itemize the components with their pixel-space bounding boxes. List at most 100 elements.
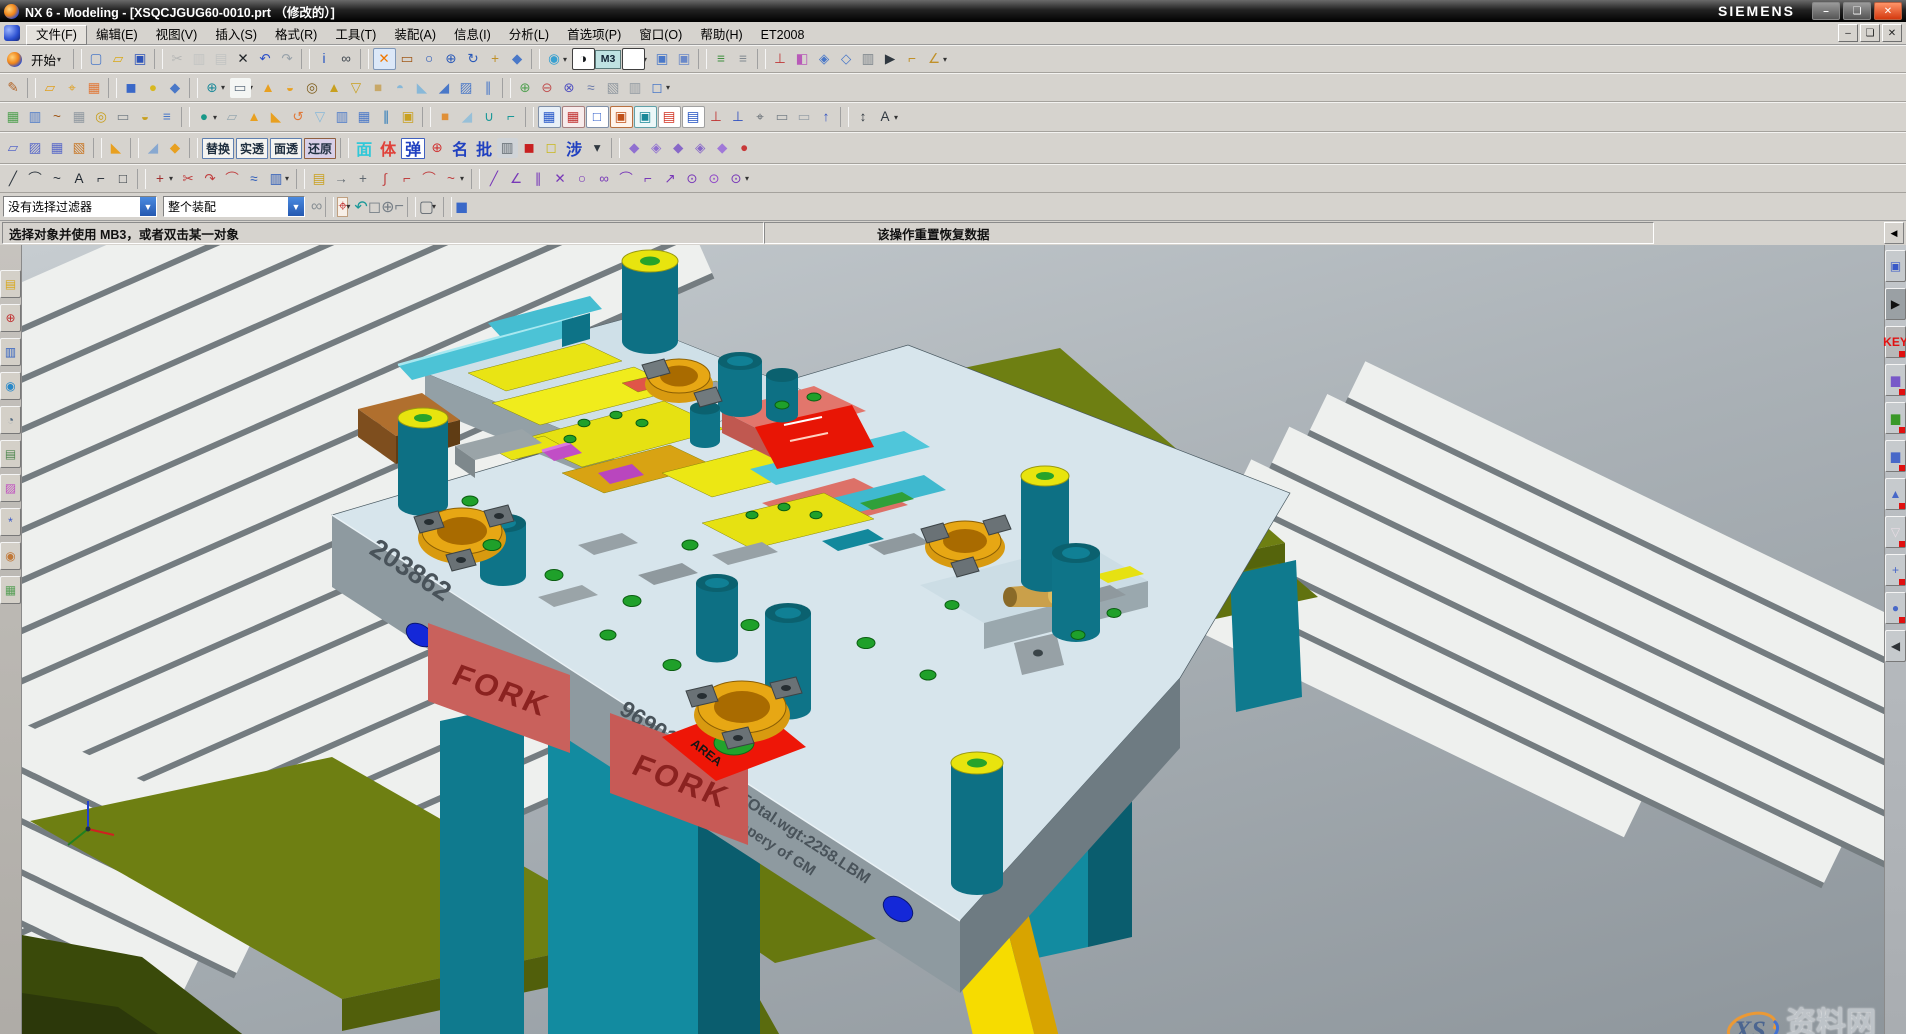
new-part-icon[interactable]: ▢ (86, 49, 107, 69)
wcs-m3-button[interactable]: M3 (595, 50, 621, 69)
pattern-curve-icon[interactable]: ▥ (266, 169, 287, 189)
cylinder-icon[interactable]: ● (143, 78, 164, 98)
zoom-icon[interactable]: ○ (419, 49, 440, 69)
menu-item-编辑(E)[interactable]: 编辑(E) (87, 26, 147, 44)
find-gray-icon[interactable]: ∞ (311, 198, 322, 216)
block-icon[interactable]: ◼ (121, 78, 142, 98)
menu-item-信息(I)[interactable]: 信息(I) (445, 26, 500, 44)
scenario-image-icon[interactable]: ▦ (0, 576, 21, 604)
close-button[interactable]: ✕ (1874, 2, 1902, 20)
constraint-corner-icon[interactable]: ⌐ (638, 169, 659, 189)
menu-item-分析(L)[interactable]: 分析(L) (500, 26, 558, 44)
prompt-back-button[interactable]: ◀ (1884, 222, 1904, 244)
center-target-icon[interactable]: ⊕ (427, 138, 448, 158)
layer-settings-icon[interactable]: ≡ (711, 49, 732, 69)
pin-blue-icon[interactable]: ⊥ (728, 107, 749, 127)
rotate-component-icon[interactable]: ◈ (646, 138, 667, 158)
face-translucent-button[interactable]: 面透 (270, 138, 302, 159)
body-button[interactable]: 体 (377, 139, 399, 158)
point-icon[interactable]: + (150, 169, 171, 189)
replace-view-icon[interactable]: ◇ (836, 49, 857, 69)
instance-feature-icon[interactable]: ▦ (3, 107, 24, 127)
wedge-icon[interactable]: ◣ (266, 107, 287, 127)
batch-button[interactable]: 批 (473, 139, 495, 158)
material-palette-icon[interactable]: ▤ (0, 440, 21, 468)
line-icon[interactable]: ╱ (3, 169, 24, 189)
menu-item-插入(S)[interactable]: 插入(S) (206, 26, 266, 44)
flat-gray-icon[interactable]: ▭ (772, 107, 793, 127)
constraint-line-icon[interactable]: ╱ (484, 169, 505, 189)
measure-key-icon[interactable]: A (875, 107, 896, 127)
punch-purple-part-icon[interactable]: ▆ (1885, 364, 1906, 396)
delete-icon[interactable]: ✕ (233, 49, 254, 69)
solid-translucent-button[interactable]: 实透 (236, 138, 268, 159)
select-component-icon[interactable]: ◆ (668, 138, 689, 158)
ruled-surface-icon[interactable]: ▱ (3, 138, 24, 158)
constraint-arrow-icon[interactable]: ↗ (660, 169, 681, 189)
patch-icon[interactable]: ▧ (603, 78, 624, 98)
copy-icon[interactable]: ▥ (189, 49, 210, 69)
rotate-view-icon[interactable]: ↻ (463, 49, 484, 69)
extrude-icon[interactable]: ▲ (258, 78, 279, 98)
offset-face-icon[interactable]: ▥ (625, 78, 646, 98)
offset-curve-icon[interactable]: ≈ (244, 169, 265, 189)
measure-distance-icon[interactable]: ⌐ (902, 49, 923, 69)
corner-curve-icon[interactable]: ⌐ (397, 169, 418, 189)
mdi-close-button[interactable]: ✕ (1882, 24, 1902, 42)
constraint-vector-icon[interactable]: ∠ (506, 169, 527, 189)
j-curve-icon[interactable]: ∫ (375, 169, 396, 189)
cross-blue-part-icon[interactable]: + (1885, 554, 1906, 586)
sew-icon[interactable]: ≈ (581, 78, 602, 98)
punch-white-part-icon[interactable]: ▽ (1885, 516, 1906, 548)
small-wedge-icon[interactable]: ◢ (457, 107, 478, 127)
emboss-icon[interactable]: ◓ (390, 78, 411, 98)
hammer-icon[interactable]: ⌐ (395, 198, 404, 216)
effects-wand-icon[interactable]: * (0, 508, 21, 536)
visualization-icon[interactable]: ▨ (0, 474, 21, 502)
face-button[interactable]: 面 (353, 139, 375, 158)
pipe-icon[interactable]: ∪ (479, 107, 500, 127)
menu-item-工具(T)[interactable]: 工具(T) (326, 26, 385, 44)
constraint-point-circle-icon[interactable]: ⊙ (682, 169, 703, 189)
shell-icon[interactable]: ◻ (647, 78, 668, 98)
rectangle-icon[interactable]: □ (113, 169, 134, 189)
mirror-feature-icon[interactable]: ▥ (25, 107, 46, 127)
mesh-surface-icon[interactable]: ▦ (69, 107, 90, 127)
undo-icon[interactable]: ↶ (255, 49, 276, 69)
link-green-part-icon[interactable]: ▆ (1885, 402, 1906, 434)
constraint-arc-icon[interactable]: ⌒ (616, 169, 637, 189)
through-curves-icon[interactable]: ▨ (25, 138, 46, 158)
menu-item-帮助(H)[interactable]: 帮助(H) (691, 26, 751, 44)
datum-plane-icon[interactable]: ▱ (40, 78, 61, 98)
red-cube-icon[interactable]: ◼ (519, 138, 540, 158)
roles-icon[interactable]: ◉ (0, 542, 21, 570)
datum-axis-icon[interactable]: ⌖ (62, 78, 83, 98)
collapse-arrow-icon[interactable]: ◀ (1885, 630, 1906, 662)
wave-geometry-icon[interactable]: ▦ (562, 106, 585, 128)
target-icon[interactable]: ⊕ (381, 197, 394, 217)
constraint-dot-icon[interactable]: ⊙ (726, 169, 747, 189)
float-panel-icon[interactable]: ▣ (1885, 250, 1906, 282)
history-icon[interactable]: ◔ (0, 406, 21, 434)
blue-arrow-icon[interactable]: ↑ (816, 107, 837, 127)
s-curve-icon[interactable]: ~ (441, 169, 462, 189)
restore-button[interactable]: 还原 (304, 138, 336, 159)
paste-icon[interactable]: ▤ (211, 49, 232, 69)
move-component-icon[interactable]: ◆ (624, 138, 645, 158)
information-icon[interactable]: i (314, 49, 335, 69)
rollback-icon[interactable]: ↶ (354, 197, 367, 217)
fold-icon[interactable]: ◣ (106, 138, 127, 158)
copy-position-icon[interactable]: ▥ (497, 138, 518, 158)
pan-icon[interactable]: + (485, 49, 506, 69)
trim-body-icon[interactable]: ▨ (456, 78, 477, 98)
spline-icon[interactable]: ~ (47, 169, 68, 189)
view-box-icon[interactable]: □ (586, 106, 609, 128)
chamfer-icon[interactable]: ◢ (434, 78, 455, 98)
menu-item-窗口(O)[interactable]: 窗口(O) (630, 26, 691, 44)
sphere-icon[interactable]: ● (194, 107, 215, 127)
cascade-window-icon[interactable]: ▣ (674, 49, 695, 69)
unite-icon[interactable]: ⊕ (515, 78, 536, 98)
intersect-icon[interactable]: ⊗ (559, 78, 580, 98)
block-blue-part-icon[interactable]: ▆ (1885, 440, 1906, 472)
orient-view-icon[interactable]: ◈ (814, 49, 835, 69)
